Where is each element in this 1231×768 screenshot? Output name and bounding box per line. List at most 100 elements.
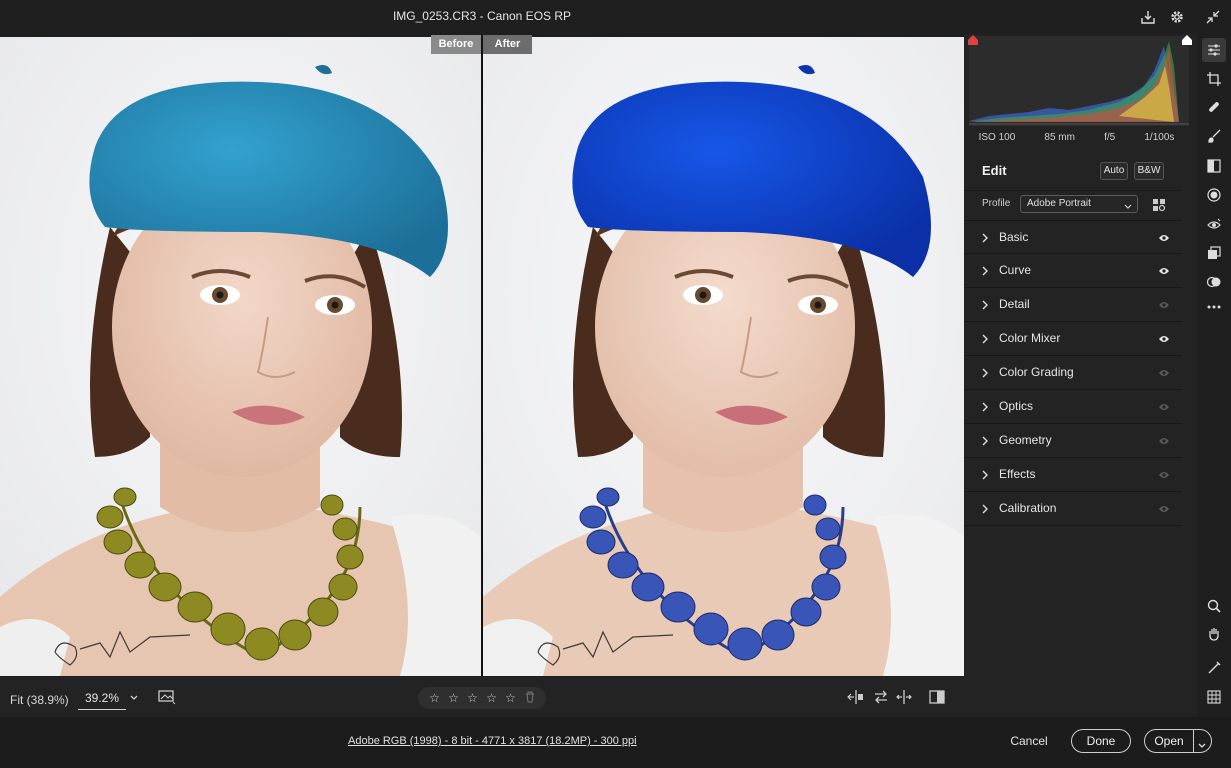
more-icon[interactable] — [1202, 295, 1226, 319]
radial-icon[interactable] — [1202, 183, 1226, 207]
eye-icon[interactable] — [1158, 232, 1170, 246]
collapse-icon[interactable] — [1203, 7, 1223, 27]
crop-icon[interactable] — [1202, 67, 1226, 91]
section-geometry[interactable]: Geometry — [964, 424, 1182, 458]
star-icon[interactable]: ☆ — [446, 691, 461, 705]
chevron-right-icon — [981, 367, 989, 381]
edit-panel: ISO 100 85 mm f/5 1/100s Edit Auto B&W P… — [964, 34, 1197, 717]
auto-button[interactable]: Auto — [1100, 162, 1128, 180]
star-icon[interactable]: ☆ — [503, 691, 518, 705]
zoom-level-field[interactable]: 39.2% — [78, 686, 126, 710]
chevron-down-icon[interactable] — [1197, 736, 1207, 758]
color-sampler-icon[interactable] — [1202, 656, 1226, 680]
trash-icon[interactable] — [522, 691, 537, 706]
star-icon[interactable]: ☆ — [484, 691, 499, 705]
star-icon[interactable]: ☆ — [427, 691, 442, 705]
tool-strip — [1197, 34, 1231, 717]
cancel-button[interactable]: Cancel — [1000, 728, 1058, 754]
section-label: Optics — [999, 399, 1034, 413]
eye-icon[interactable] — [1158, 469, 1170, 483]
edit-title: Edit — [982, 163, 1007, 178]
highlight-clipping-icon[interactable] — [1181, 34, 1193, 49]
focal-length-value: 85 mm — [1044, 132, 1075, 143]
profile-label: Profile — [982, 198, 1011, 209]
toggle-view-icon[interactable] — [929, 689, 945, 708]
profile-value: Adobe Portrait — [1027, 198, 1091, 209]
section-optics[interactable]: Optics — [964, 390, 1182, 424]
left-right-split-icon[interactable] — [847, 689, 865, 708]
section-effects[interactable]: Effects — [964, 458, 1182, 492]
section-label: Calibration — [999, 501, 1057, 515]
profile-select[interactable]: Adobe Portrait — [1020, 195, 1138, 213]
section-label: Geometry — [999, 433, 1052, 447]
histogram — [967, 34, 1192, 126]
redeye-icon[interactable] — [1202, 213, 1226, 237]
healing-icon[interactable] — [1202, 95, 1226, 119]
shutter-value: 1/100s — [1144, 132, 1175, 143]
section-basic[interactable]: Basic — [964, 220, 1182, 254]
shadow-clipping-icon[interactable] — [967, 34, 979, 49]
eye-icon[interactable] — [1158, 367, 1170, 381]
fit-zoom-button[interactable]: Fit (38.9%) — [10, 693, 69, 707]
hand-icon[interactable] — [1202, 622, 1226, 646]
aperture-value: f/5 — [1104, 132, 1116, 143]
star-icon[interactable]: ☆ — [465, 691, 480, 705]
chevron-down-icon[interactable] — [129, 691, 139, 705]
iso-value: ISO 100 — [978, 132, 1016, 143]
section-detail[interactable]: Detail — [964, 288, 1182, 322]
edit-sliders-icon[interactable] — [1202, 38, 1226, 62]
snapshots-icon[interactable] — [1202, 241, 1226, 265]
section-curve[interactable]: Curve — [964, 254, 1182, 288]
gear-icon[interactable] — [1167, 7, 1187, 27]
section-calibration[interactable]: Calibration — [964, 492, 1182, 526]
open-button-label: Open — [1154, 734, 1184, 748]
done-button[interactable]: Done — [1071, 729, 1131, 753]
grid-icon[interactable] — [1202, 685, 1226, 709]
edit-header: Edit Auto B&W — [964, 160, 1182, 190]
eye-icon[interactable] — [1158, 401, 1170, 415]
section-label: Color Grading — [999, 365, 1074, 379]
section-label: Curve — [999, 263, 1032, 277]
chevron-right-icon — [981, 401, 989, 415]
open-button-divider — [1193, 730, 1194, 752]
after-image — [483, 37, 964, 676]
section-label: Detail — [999, 297, 1030, 311]
edit-sections: Basic Curve Detail Color Mixer Color Gra… — [964, 220, 1182, 526]
zoom-icon[interactable] — [1202, 594, 1226, 618]
section-label: Basic — [999, 230, 1029, 244]
eye-icon[interactable] — [1158, 435, 1170, 449]
profile-row: Profile Adobe Portrait — [964, 190, 1182, 220]
eye-icon[interactable] — [1158, 299, 1170, 313]
save-icon[interactable] — [1138, 7, 1158, 27]
image-overlay-icon[interactable] — [158, 689, 176, 708]
chevron-right-icon — [981, 299, 989, 313]
exif-info: ISO 100 85 mm f/5 1/100s — [964, 132, 1189, 143]
swap-icon[interactable] — [873, 689, 889, 708]
brush-icon[interactable] — [1202, 124, 1226, 148]
before-label: Before — [431, 35, 481, 54]
section-color-mixer[interactable]: Color Mixer — [964, 322, 1182, 356]
eye-icon[interactable] — [1158, 333, 1170, 347]
profile-browser-icon[interactable] — [1152, 198, 1166, 215]
photo-viewer[interactable] — [0, 37, 964, 676]
section-label: Effects — [999, 467, 1036, 481]
chevron-right-icon — [981, 435, 989, 449]
star-rating[interactable]: ☆ ☆ ☆ ☆ ☆ — [418, 687, 546, 709]
chevron-down-icon — [1124, 200, 1132, 216]
bw-button[interactable]: B&W — [1134, 162, 1164, 180]
before-image — [0, 37, 481, 676]
copy-settings-icon[interactable] — [896, 689, 912, 708]
status-bar: Adobe RGB (1998) - 8 bit - 4771 x 3817 (… — [0, 717, 1231, 768]
eye-icon[interactable] — [1158, 503, 1170, 517]
eye-icon[interactable] — [1158, 265, 1170, 279]
workflow-options-link[interactable]: Adobe RGB (1998) - 8 bit - 4771 x 3817 (… — [348, 735, 637, 747]
chevron-right-icon — [981, 469, 989, 483]
chevron-right-icon — [981, 232, 989, 246]
chevron-right-icon — [981, 503, 989, 517]
section-label: Color Mixer — [999, 331, 1061, 345]
section-color-grading[interactable]: Color Grading — [964, 356, 1182, 390]
open-button[interactable]: Open — [1144, 729, 1212, 753]
gradient-icon[interactable] — [1202, 154, 1226, 178]
after-label: After — [483, 35, 532, 54]
presets-icon[interactable] — [1202, 270, 1226, 294]
